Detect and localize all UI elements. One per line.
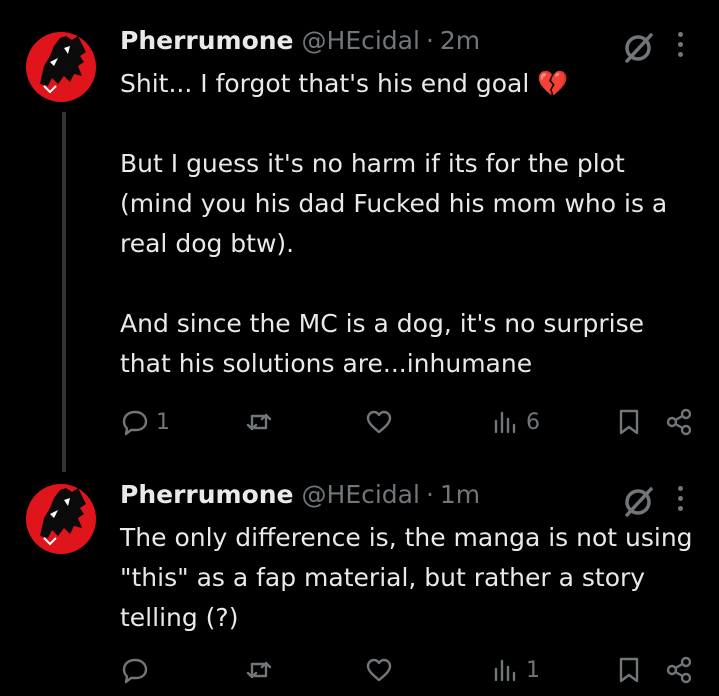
author-handle[interactable]: @HEcidal	[302, 480, 420, 509]
bookmark-icon	[619, 657, 639, 683]
author-handle[interactable]: @HEcidal	[302, 26, 420, 55]
reply-button[interactable]: 1	[120, 402, 170, 442]
tweet-paragraph: The only difference is, the manga is not…	[120, 523, 693, 632]
like-icon	[366, 658, 392, 682]
share-icon	[666, 656, 692, 684]
views-button[interactable]: 6	[490, 402, 540, 442]
author-name[interactable]: Pherrumone	[120, 26, 294, 55]
views-icon	[494, 411, 516, 434]
tweet-header: Pherrumone @HEcidal · 2m	[120, 26, 480, 55]
like-button[interactable]	[364, 650, 400, 690]
views-button[interactable]: 1	[490, 650, 540, 690]
share-button[interactable]	[664, 402, 694, 442]
tweet[interactable]: Pherrumone @HEcidal · 2m Shit... I forgo…	[0, 0, 719, 472]
grok-icon[interactable]	[620, 484, 656, 520]
tweet-header: Pherrumone @HEcidal · 1m	[120, 480, 480, 509]
tweet-paragraph: And since the MC is a dog, it's no surpr…	[120, 309, 645, 378]
action-bar: 1	[0, 650, 719, 690]
bookmark-button[interactable]	[614, 650, 644, 690]
bookmark-button[interactable]	[614, 402, 644, 442]
reply-button[interactable]	[120, 650, 156, 690]
more-icon[interactable]	[670, 480, 690, 516]
separator-dot: ·	[425, 480, 434, 509]
view-count: 1	[526, 657, 540, 683]
tweet-text: The only difference is, the manga is not…	[120, 518, 700, 638]
share-button[interactable]	[664, 650, 694, 690]
timestamp[interactable]: 2m	[440, 26, 480, 55]
views-icon	[494, 659, 516, 682]
tweet-paragraph: Shit... I forgot that's his end goal 💔	[120, 69, 569, 98]
reply-count: 1	[156, 409, 170, 435]
like-button[interactable]	[364, 402, 400, 442]
repost-icon	[246, 661, 272, 679]
separator-dot: ·	[425, 26, 434, 55]
view-count: 6	[526, 409, 540, 435]
share-icon	[666, 408, 692, 436]
tweet-paragraph: But I guess it's no harm if its for the …	[120, 149, 668, 258]
repost-icon	[246, 413, 272, 431]
author-name[interactable]: Pherrumone	[120, 480, 294, 509]
reply-icon	[122, 658, 148, 684]
bookmark-icon	[619, 409, 639, 435]
tweet-text: Shit... I forgot that's his end goal 💔 B…	[120, 64, 700, 384]
action-bar: 1 6	[0, 402, 719, 442]
reply-icon	[122, 410, 148, 436]
like-icon	[366, 410, 392, 434]
more-icon[interactable]	[670, 26, 690, 62]
repost-button[interactable]	[244, 402, 280, 442]
timestamp[interactable]: 1m	[440, 480, 480, 509]
repost-button[interactable]	[244, 650, 280, 690]
grok-icon[interactable]	[620, 30, 656, 66]
tweet[interactable]: Pherrumone @HEcidal · 1m The only differ…	[0, 460, 719, 696]
